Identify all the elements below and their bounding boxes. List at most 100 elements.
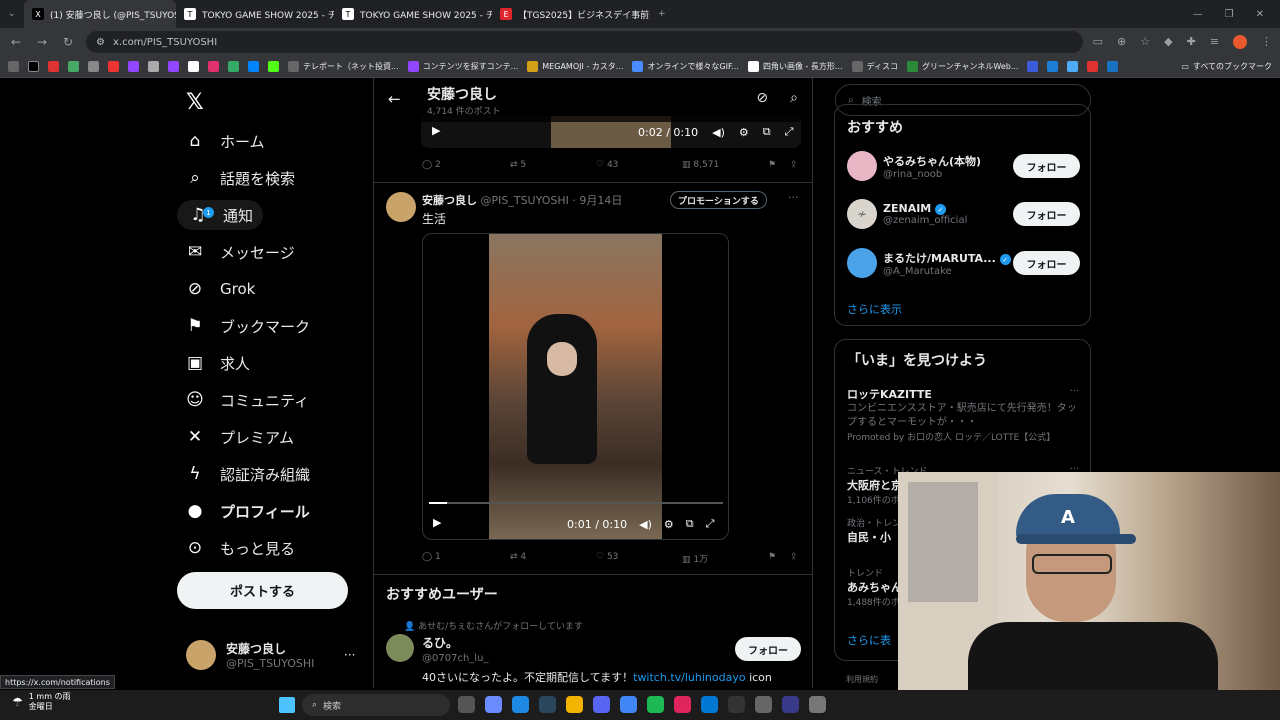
taskbar-search[interactable]: ⌕ 検索 [302,694,450,716]
user-name[interactable]: るひ。 [422,634,458,651]
nav-premium[interactable]: ✕ プレミアム [184,422,294,452]
nav-grok[interactable]: ⊘ Grok [184,274,255,304]
bookmark-item[interactable]: コンテンツを探すコンテ... [407,61,518,72]
follow-button[interactable]: フォロー [1013,202,1080,226]
all-bookmarks[interactable]: ▭ すべてのブックマーク [1181,61,1272,72]
reply-action[interactable]: ◯ 1 [422,552,510,565]
settings-icon[interactable]: ⚙ [664,518,674,531]
edge-icon[interactable] [512,696,529,713]
nav-communities[interactable]: ☺ コミュニティ [184,385,309,415]
apps-icon[interactable] [8,61,19,72]
new-tab-button[interactable]: + [650,0,674,28]
youtube-icon[interactable] [108,61,119,72]
bookmark-icon[interactable] [1087,61,1099,72]
copilot-icon[interactable] [485,696,502,713]
more-icon[interactable]: ··· [344,648,355,662]
avatar[interactable] [386,634,414,662]
follow-button[interactable]: フォロー [735,637,801,661]
video-progress[interactable] [429,502,723,504]
bookmark-icon[interactable] [1067,61,1079,72]
steam-icon[interactable] [539,696,556,713]
nav-notifications[interactable]: ♫ 1 通知 [177,200,264,230]
bio-link[interactable]: twitch.tv/luhinodayo [633,671,745,684]
post-button[interactable]: ポストする [177,572,348,609]
instagram-icon[interactable] [208,61,219,72]
promote-button[interactable]: プロモーションする [670,191,767,209]
browser-tab-2[interactable]: T TOKYO GAME SHOW 2025 - チ ✕ [176,0,334,28]
app-icon[interactable] [701,696,718,713]
app-icon[interactable] [674,696,691,713]
bookmark-icon[interactable] [1027,61,1039,72]
app-icon[interactable] [809,696,826,713]
minimize-icon[interactable]: — [1193,9,1203,20]
kick-icon[interactable] [268,61,279,72]
pip-icon[interactable]: ⧉ [763,125,771,139]
share-icon[interactable]: ⇪ [790,160,798,170]
back-icon[interactable]: ← [8,35,24,49]
url-input[interactable]: ⚙ x.com/PIS_TSUYOSHI [86,31,1083,53]
nav-messages[interactable]: ✉ メッセージ [184,237,295,267]
zoom-icon[interactable]: ⊕ [1117,35,1126,49]
views-action[interactable]: ▥ 1万 [682,552,768,565]
bookmark-icon[interactable] [1107,61,1119,72]
bookmark-item[interactable]: 四角い画像 - 長方形... [747,61,843,72]
play-icon[interactable]: ▶ [432,124,440,137]
bookmark-icon[interactable] [228,61,239,72]
nav-jobs[interactable]: ▣ 求人 [184,348,250,378]
volume-icon[interactable]: ◀) [639,518,652,531]
app-icon[interactable] [755,696,772,713]
nav-bookmarks[interactable]: ⚑ ブックマーク [184,311,310,341]
more-icon[interactable]: ··· [1069,386,1079,397]
explorer-icon[interactable] [566,696,583,713]
cast-icon[interactable]: ▭ [1093,35,1103,49]
bookmark-icon[interactable]: ⚑ [768,160,790,170]
bookmark-icon[interactable] [1047,61,1059,72]
star-icon[interactable]: ☆ [1140,35,1150,49]
twitch-icon[interactable] [168,61,179,72]
volume-icon[interactable]: ◀) [712,126,725,139]
bookmark-item[interactable]: オンラインで様々なGIF... [632,61,739,72]
trend-item[interactable]: ロッテKAZITTE コンビニエンスストア・駅売店にて先行発売！タップするとマー… [847,386,1079,443]
weather-widget[interactable]: ☂ 1 mm の雨 金曜日 [12,692,71,712]
video-player[interactable]: ▶ 0:01 / 0:10 ◀) ⚙ ⧉ ⤢ [422,233,729,540]
bookmark-icon[interactable] [48,61,59,72]
forward-icon[interactable]: → [34,35,50,49]
nav-more[interactable]: ⊙ もっと見る [184,533,295,563]
footer-link[interactable]: 利用規約 [846,674,878,685]
avatar[interactable] [386,192,416,222]
repost-action[interactable]: ⇄ 4 [510,552,596,565]
bookmark-item[interactable]: グリーンチャンネルWeb... [907,61,1018,72]
maximize-icon[interactable]: ❐ [1225,9,1234,20]
bookmark-item[interactable]: テレポート（ネット投資... [288,61,399,72]
grok-icon[interactable]: ⊘ [756,90,768,106]
reload-icon[interactable]: ↻ [60,35,76,49]
follow-button[interactable]: フォロー [1013,154,1080,178]
bluesky-icon[interactable] [248,61,259,72]
show-more-link[interactable]: さらに表示 [847,301,902,317]
puzzle-icon[interactable]: ✚ [1187,35,1196,49]
close-window-icon[interactable]: ✕ [1256,9,1264,20]
windows-start-icon[interactable] [279,697,295,713]
bookmark-item[interactable]: MEGAMOJI - カスタ... [527,61,623,72]
bookmark-item[interactable]: ディスコ [851,61,898,72]
media-icon[interactable]: ≡ [1210,35,1219,49]
nav-explore[interactable]: ⌕ 話題を検索 [184,163,295,193]
chrome-icon[interactable] [620,696,637,713]
show-more-link[interactable]: さらに表 [847,632,891,648]
reply-action[interactable]: ◯ 2 [422,160,510,170]
task-view-icon[interactable] [458,696,475,713]
bookmark-icon[interactable] [188,61,199,72]
repost-action[interactable]: ⇄ 5 [510,160,596,170]
follow-button[interactable]: フォロー [1013,251,1080,275]
extension-icon[interactable]: ◆ [1164,35,1172,49]
browser-tab-4[interactable]: E 【TGS2025】ビジネスデイ事前登録 ✕ [492,0,650,28]
profile-avatar[interactable] [1233,35,1247,49]
like-action[interactable]: ♡ 43 [596,160,682,170]
bookmark-icon[interactable] [88,61,99,72]
x-bookmark-icon[interactable] [28,61,39,72]
spotify-icon[interactable] [647,696,664,713]
site-info-icon[interactable]: ⚙ [96,37,105,48]
suggested-user[interactable]: ≁ ZENAIM ✓ @zenaim_official フォロー [847,199,1080,229]
share-icon[interactable]: ⇪ [790,552,798,565]
views-action[interactable]: ▥ 8,571 [682,160,768,170]
